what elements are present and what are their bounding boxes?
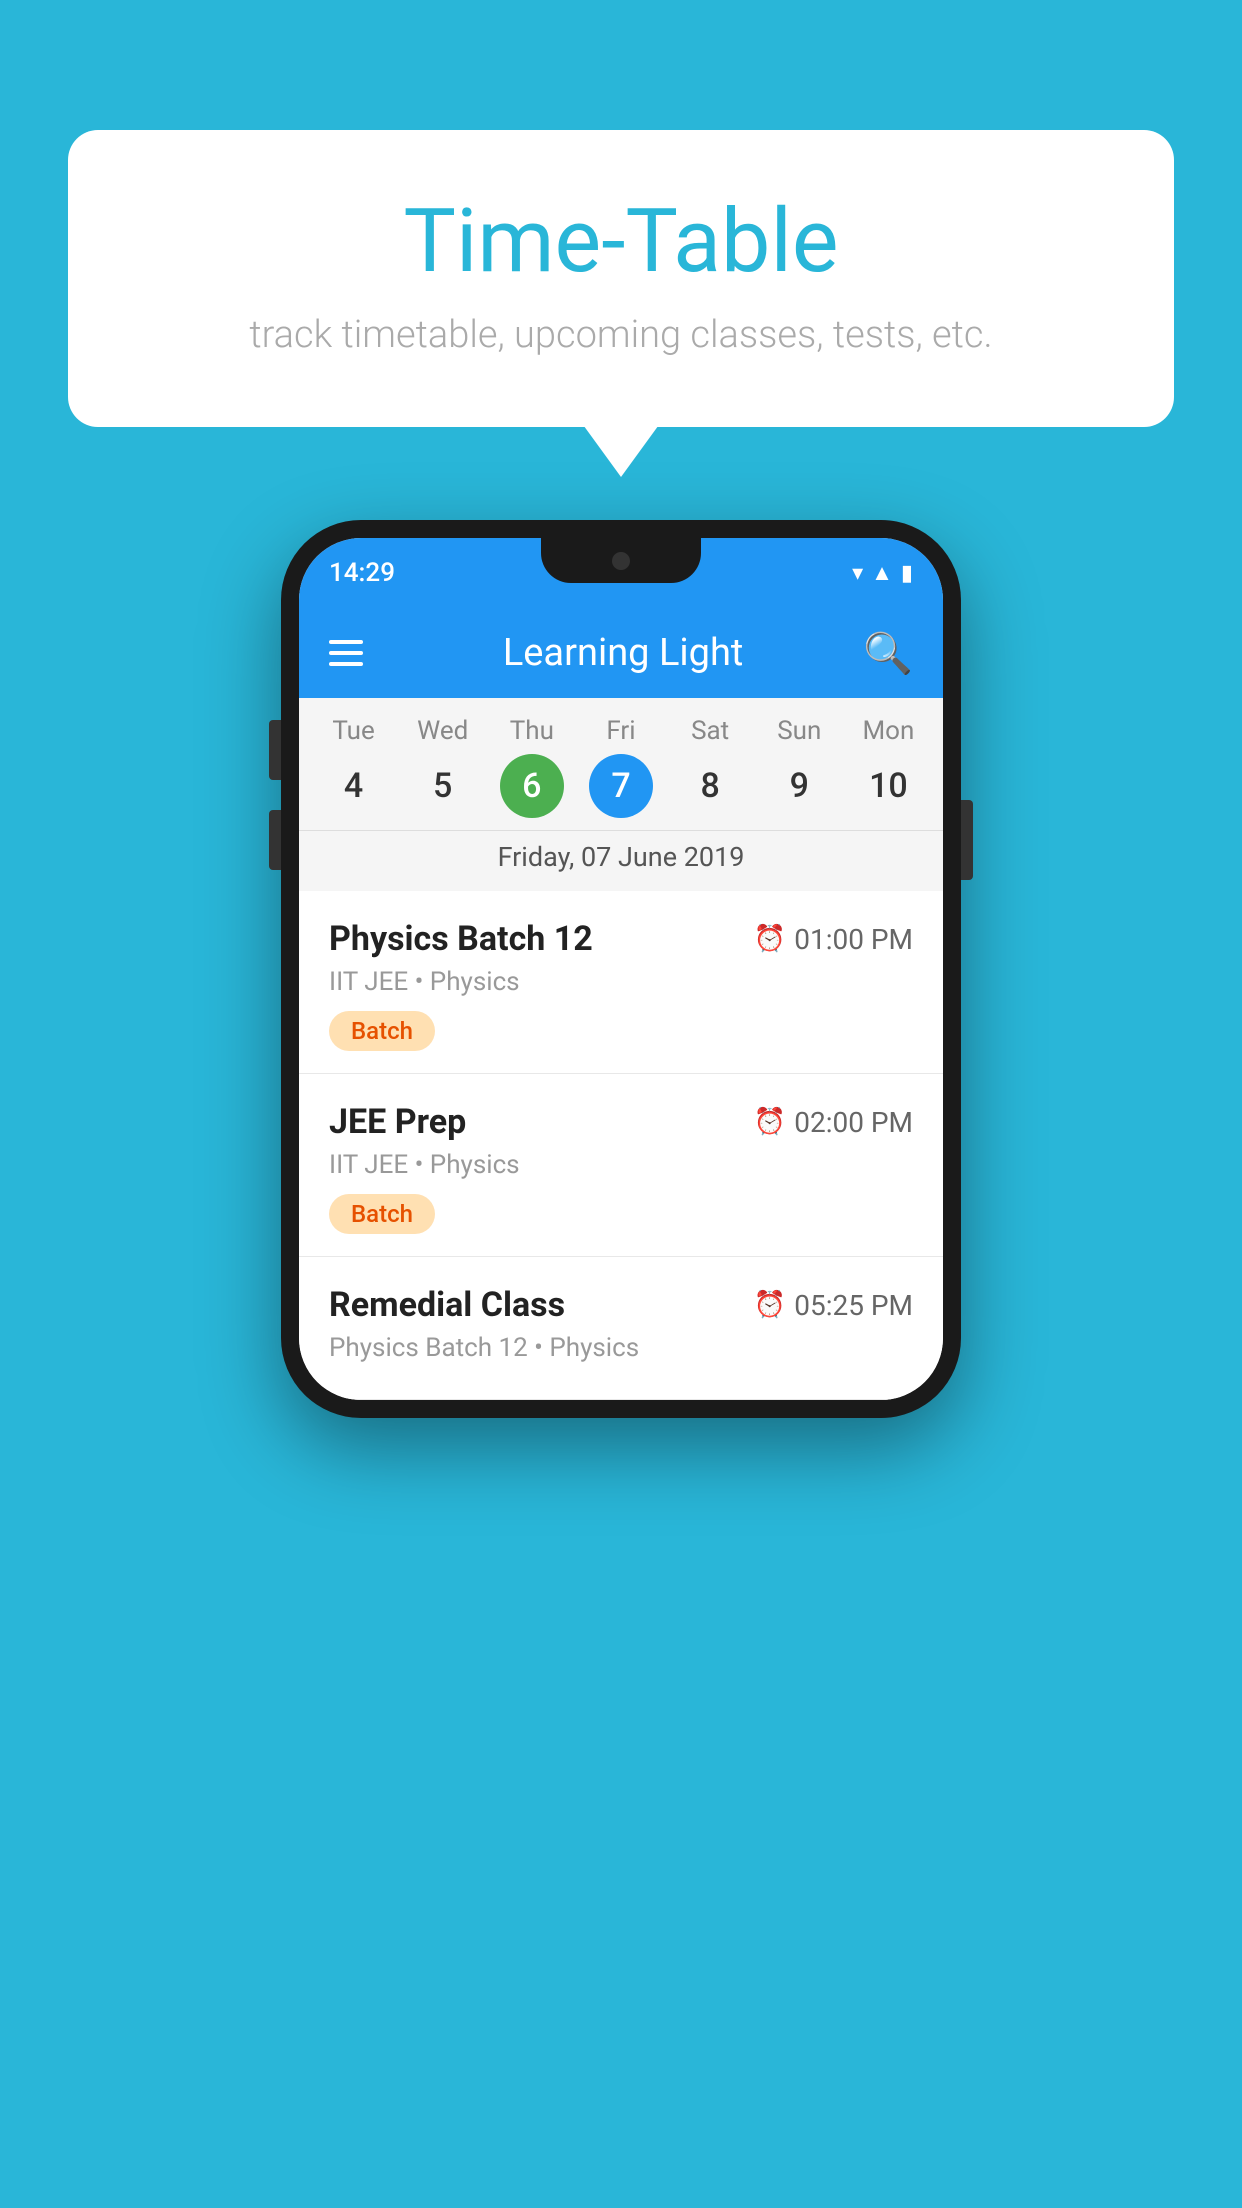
schedule-item-title: Physics Batch 12 <box>329 919 593 959</box>
day-col[interactable]: Wed 5 <box>403 716 483 818</box>
schedule-item-title: JEE Prep <box>329 1102 466 1142</box>
schedule-item-subtitle: Physics Batch 12 • Physics <box>329 1333 913 1363</box>
schedule-item-subtitle: IIT JEE • Physics <box>329 1150 913 1180</box>
day-col[interactable]: Thu 6 <box>492 716 572 818</box>
selected-date-label: Friday, 07 June 2019 <box>299 830 943 891</box>
time-label: 02:00 PM <box>794 1106 913 1139</box>
day-col[interactable]: Sat 8 <box>670 716 750 818</box>
status-bar: 14:29 ▾ ▲ ▮ <box>299 538 943 608</box>
schedule-item[interactable]: JEE Prep ⏰ 02:00 PM IIT JEE • Physics Ba… <box>299 1074 943 1257</box>
day-number[interactable]: 10 <box>856 754 920 818</box>
day-number[interactable]: 6 <box>500 754 564 818</box>
days-row: Tue 4 Wed 5 Thu 6 Fri 7 Sat 8 Sun 9 Mon 10 <box>299 716 943 830</box>
day-number[interactable]: 5 <box>411 754 475 818</box>
time-label: 05:25 PM <box>794 1289 913 1322</box>
hamburger-menu-icon[interactable] <box>329 640 363 666</box>
schedule-item[interactable]: Physics Batch 12 ⏰ 01:00 PM IIT JEE • Ph… <box>299 891 943 1074</box>
schedule-item-time: ⏰ 05:25 PM <box>754 1289 913 1322</box>
day-label: Sat <box>691 716 729 746</box>
day-col[interactable]: Sun 9 <box>759 716 839 818</box>
time-label: 01:00 PM <box>794 923 913 956</box>
clock-icon: ⏰ <box>754 1107 786 1137</box>
volume-up-button <box>269 720 281 780</box>
clock-icon: ⏰ <box>754 924 786 954</box>
schedule-item-title: Remedial Class <box>329 1285 565 1325</box>
status-time: 14:29 <box>329 558 395 588</box>
day-label: Fri <box>606 716 635 746</box>
day-col[interactable]: Tue 4 <box>314 716 394 818</box>
app-bar-title: Learning Light <box>383 631 863 675</box>
batch-tag: Batch <box>329 1011 435 1051</box>
app-bar: Learning Light 🔍 <box>299 608 943 698</box>
day-label: Tue <box>332 716 374 746</box>
search-icon[interactable]: 🔍 <box>863 630 913 677</box>
schedule-item-subtitle: IIT JEE • Physics <box>329 967 913 997</box>
schedule-item-time: ⏰ 02:00 PM <box>754 1106 913 1139</box>
battery-icon: ▮ <box>901 561 913 586</box>
phone-mockup: 14:29 ▾ ▲ ▮ Learning Light 🔍 <box>281 520 961 1418</box>
camera <box>612 552 630 570</box>
schedule-list: Physics Batch 12 ⏰ 01:00 PM IIT JEE • Ph… <box>299 891 943 1400</box>
phone-screen: 14:29 ▾ ▲ ▮ Learning Light 🔍 <box>299 538 943 1400</box>
schedule-item-header: Physics Batch 12 ⏰ 01:00 PM <box>329 919 913 959</box>
day-col[interactable]: Mon 10 <box>848 716 928 818</box>
speech-bubble-container: Time-Table track timetable, upcoming cla… <box>68 130 1174 427</box>
day-number[interactable]: 8 <box>678 754 742 818</box>
phone-outer: 14:29 ▾ ▲ ▮ Learning Light 🔍 <box>281 520 961 1418</box>
day-label: Thu <box>510 716 554 746</box>
day-label: Sun <box>777 716 821 746</box>
day-label: Mon <box>862 716 914 746</box>
day-number[interactable]: 7 <box>589 754 653 818</box>
schedule-item[interactable]: Remedial Class ⏰ 05:25 PM Physics Batch … <box>299 1257 943 1400</box>
batch-tag: Batch <box>329 1194 435 1234</box>
notch <box>541 538 701 583</box>
bubble-subtitle: track timetable, upcoming classes, tests… <box>148 313 1094 357</box>
day-col[interactable]: Fri 7 <box>581 716 661 818</box>
wifi-icon: ▾ <box>852 561 863 586</box>
speech-bubble: Time-Table track timetable, upcoming cla… <box>68 130 1174 427</box>
signal-icon: ▲ <box>871 560 893 586</box>
clock-icon: ⏰ <box>754 1290 786 1320</box>
schedule-item-time: ⏰ 01:00 PM <box>754 923 913 956</box>
schedule-item-header: JEE Prep ⏰ 02:00 PM <box>329 1102 913 1142</box>
power-button <box>961 800 973 880</box>
day-label: Wed <box>417 716 468 746</box>
status-icons: ▾ ▲ ▮ <box>852 560 913 586</box>
day-number[interactable]: 4 <box>322 754 386 818</box>
bubble-title: Time-Table <box>148 190 1094 293</box>
volume-down-button <box>269 810 281 870</box>
schedule-item-header: Remedial Class ⏰ 05:25 PM <box>329 1285 913 1325</box>
day-number[interactable]: 9 <box>767 754 831 818</box>
calendar-strip: Tue 4 Wed 5 Thu 6 Fri 7 Sat 8 Sun 9 Mon 10 Friday, 07… <box>299 698 943 891</box>
